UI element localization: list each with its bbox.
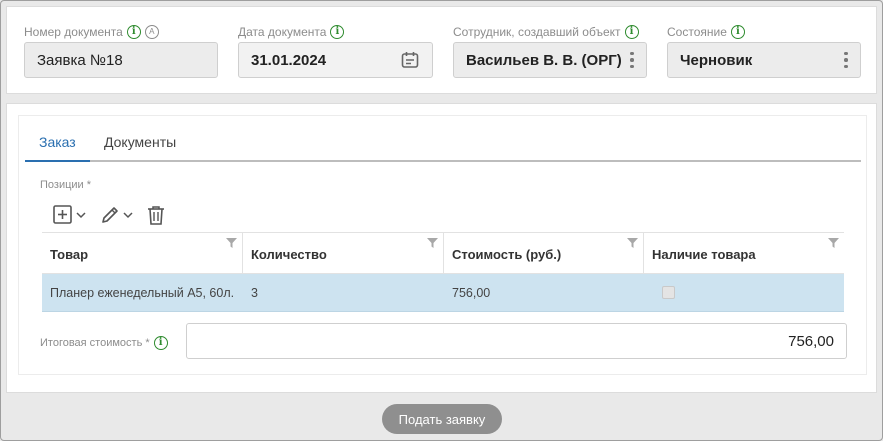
column-header-in-stock[interactable]: Наличие товара — [644, 233, 844, 273]
kebab-icon[interactable] — [630, 51, 634, 69]
total-label: Итоговая стоимость * — [40, 337, 150, 349]
in-stock-checkbox[interactable] — [662, 286, 675, 299]
order-card: Заказ Документы Позиции * Товар Количест… — [18, 115, 867, 375]
table-row[interactable]: Планер еженедельный А5, 60л. 3 756,00 — [42, 274, 844, 312]
doc-date-input[interactable]: 31.01.2024 — [238, 42, 433, 78]
document-header: Номер документа i A Заявка №18 Дата доку… — [6, 6, 877, 94]
column-header-cost[interactable]: Стоимость (руб.) — [444, 233, 644, 273]
chevron-down-icon — [123, 212, 133, 219]
chevron-down-icon — [76, 212, 86, 219]
info-icon[interactable]: i — [730, 25, 745, 39]
tab-order[interactable]: Заказ — [25, 134, 90, 162]
positions-label: Позиции * — [40, 179, 92, 191]
app-frame: Номер документа i A Заявка №18 Дата доку… — [0, 0, 883, 441]
total-label-wrap: Итоговая стоимость * i — [40, 336, 168, 350]
filter-icon[interactable] — [226, 238, 237, 248]
status-input[interactable]: Черновик — [667, 42, 861, 78]
employee-input[interactable]: Васильев В. В. (ОРГ) — [453, 42, 647, 78]
column-header-quantity[interactable]: Количество — [243, 233, 444, 273]
total-input[interactable]: 756,00 — [186, 323, 847, 359]
filter-icon[interactable] — [427, 238, 438, 248]
calendar-icon[interactable] — [400, 50, 420, 70]
cell-in-stock — [644, 274, 844, 311]
positions-toolbar — [52, 204, 166, 226]
cell-product: Планер еженедельный А5, 60л. — [50, 285, 235, 300]
edit-icon — [102, 207, 118, 223]
doc-number-label: Номер документа — [24, 25, 123, 39]
doc-number-input[interactable]: Заявка №18 — [24, 42, 218, 78]
cell-quantity: 3 — [251, 285, 258, 300]
add-icon — [53, 205, 72, 224]
info-icon[interactable]: i — [153, 336, 168, 350]
main-panel: Заказ Документы Позиции * Товар Количест… — [6, 103, 877, 393]
info-icon[interactable]: i — [126, 25, 141, 39]
filter-icon[interactable] — [627, 238, 638, 248]
grid-header: Товар Количество Стоимость (руб.) Наличи… — [42, 232, 844, 274]
info-icon[interactable]: i — [624, 25, 639, 39]
filter-icon[interactable] — [828, 238, 839, 248]
kebab-icon[interactable] — [844, 51, 848, 69]
add-button[interactable] — [52, 204, 87, 226]
auto-number-icon[interactable]: A — [144, 25, 159, 39]
edit-button[interactable] — [99, 204, 134, 226]
employee-label: Сотрудник, создавший объект — [453, 25, 621, 39]
tab-documents[interactable]: Документы — [90, 134, 190, 162]
positions-grid: Товар Количество Стоимость (руб.) Наличи… — [42, 232, 844, 312]
doc-date-label: Дата документа — [238, 25, 327, 39]
delete-button[interactable] — [146, 204, 166, 226]
status-label: Состояние — [667, 25, 727, 39]
tabs: Заказ Документы — [25, 130, 861, 162]
info-icon[interactable]: i — [330, 25, 345, 39]
delete-icon — [148, 206, 164, 225]
submit-request-button[interactable]: Подать заявку — [382, 404, 502, 434]
cell-cost: 756,00 — [452, 285, 491, 300]
column-header-product[interactable]: Товар — [42, 233, 243, 273]
